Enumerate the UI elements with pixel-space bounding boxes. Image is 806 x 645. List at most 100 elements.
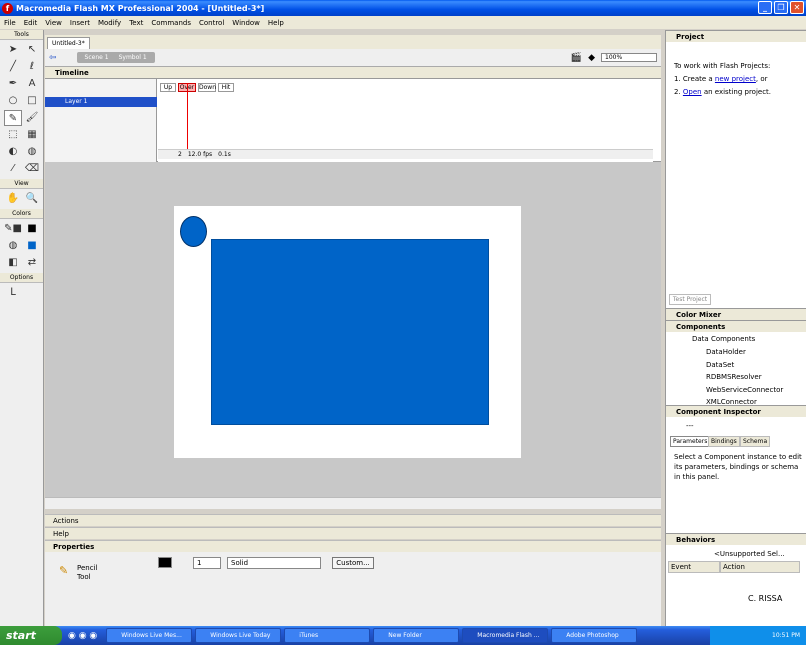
taskbar-item[interactable]: New Folder: [373, 628, 460, 643]
color-mixer-header[interactable]: Color Mixer: [666, 308, 806, 320]
inspector-value: ---: [686, 422, 694, 430]
timeline-header[interactable]: Timeline: [45, 67, 661, 79]
options-header: Options: [0, 273, 43, 283]
brush-tool-icon[interactable]: 🖌: [23, 110, 41, 126]
symbol-breadcrumb[interactable]: Symbol 1: [119, 54, 147, 61]
quick-launch-icons[interactable]: ◉ ◉ ◉: [68, 631, 97, 641]
ink-bottle-tool-icon[interactable]: ◐: [4, 144, 22, 160]
menu-help[interactable]: Help: [264, 19, 288, 27]
inspector-message: Select a Component instance to edit its …: [674, 453, 802, 481]
rectangle-tool-icon[interactable]: □: [23, 93, 41, 109]
open-project-link[interactable]: Open: [683, 88, 702, 96]
project-intro: To work with Flash Projects:: [674, 62, 771, 70]
menu-commands[interactable]: Commands: [147, 19, 195, 27]
lasso-tool-icon[interactable]: ℓ: [23, 59, 41, 75]
menu-edit[interactable]: Edit: [20, 19, 42, 27]
default-colors-icon[interactable]: ◧: [4, 255, 22, 271]
clock[interactable]: 10:51 PM: [772, 632, 800, 639]
close-button[interactable]: ✕: [790, 1, 804, 14]
components-header[interactable]: Components: [666, 320, 806, 332]
menu-modify[interactable]: Modify: [94, 19, 125, 27]
restore-button[interactable]: ❐: [774, 1, 788, 14]
minimize-button[interactable]: _: [758, 1, 772, 14]
menu-file[interactable]: File: [0, 19, 20, 27]
pencil-tool-icon[interactable]: ✎: [4, 110, 22, 126]
playhead[interactable]: [187, 83, 188, 155]
paint-bucket-tool-icon[interactable]: ◍: [23, 144, 41, 160]
back-arrow-icon[interactable]: ⇦: [49, 53, 57, 63]
arrow-tool-icon[interactable]: ➤: [4, 42, 22, 58]
pencil-mode-icon[interactable]: ᒪ: [4, 285, 22, 301]
edit-scene-icon[interactable]: 🎬: [571, 53, 582, 63]
scene-breadcrumb[interactable]: Scene 1: [85, 54, 109, 61]
component-group[interactable]: Data Components: [692, 333, 755, 345]
frame-label-down: Down: [198, 83, 217, 92]
frame-label-up: Up: [160, 83, 176, 92]
fill-swatch[interactable]: ■: [23, 238, 41, 254]
fill-color-icon[interactable]: ◍: [4, 238, 22, 254]
component-item[interactable]: DataHolder: [706, 346, 746, 358]
eraser-tool-icon[interactable]: ⌫: [23, 161, 41, 177]
document-tab[interactable]: Untitled-3*: [47, 37, 90, 49]
stroke-style-select[interactable]: Solid: [227, 557, 321, 569]
swap-colors-icon[interactable]: ⇄: [23, 255, 41, 271]
frame-rate: 12.0 fps: [187, 151, 213, 158]
properties-panel-header[interactable]: Properties: [45, 540, 661, 552]
start-button[interactable]: start: [0, 626, 62, 645]
free-transform-tool-icon[interactable]: ⬚: [4, 127, 22, 143]
tool-name-line1: Pencil: [77, 564, 98, 572]
blue-rectangle[interactable]: [211, 239, 489, 425]
menu-control[interactable]: Control: [195, 19, 228, 27]
new-project-link[interactable]: new project: [715, 75, 756, 83]
menu-text[interactable]: Text: [125, 19, 147, 27]
title-bar: f Macromedia Flash MX Professional 2004 …: [0, 0, 806, 16]
taskbar-item[interactable]: Windows Live Today: [195, 628, 282, 643]
taskbar-item[interactable]: Windows Live Mes...: [106, 628, 193, 643]
custom-button[interactable]: Custom...: [332, 557, 374, 569]
pencil-icon: ✎: [59, 564, 69, 577]
tab-schema[interactable]: Schema: [740, 436, 771, 447]
menu-view[interactable]: View: [41, 19, 66, 27]
project-panel-header[interactable]: Project: [666, 30, 806, 42]
taskbar-item[interactable]: Macromedia Flash ...: [462, 628, 549, 643]
hand-tool-icon[interactable]: ✋: [4, 191, 22, 207]
menu-window[interactable]: Window: [228, 19, 264, 27]
stroke-color-icon[interactable]: ✎■: [4, 221, 22, 237]
zoom-select[interactable]: 100%: [601, 53, 657, 62]
stroke-swatch[interactable]: ■: [23, 221, 41, 237]
test-project-button[interactable]: Test Project: [669, 294, 711, 305]
text-tool-icon[interactable]: A: [23, 76, 41, 92]
button-circle[interactable]: [180, 216, 207, 247]
subselect-tool-icon[interactable]: ↖: [23, 42, 41, 58]
behaviors-column-action[interactable]: Action: [720, 561, 800, 573]
component-inspector-header[interactable]: Component Inspector: [666, 405, 806, 417]
help-panel-header[interactable]: Help: [45, 527, 661, 539]
stroke-height-field[interactable]: 1: [193, 557, 221, 569]
tab-parameters[interactable]: Parameters: [670, 436, 711, 447]
line-tool-icon[interactable]: ╱: [4, 59, 22, 75]
behaviors-selection: <Unsupported Sel...: [714, 550, 785, 558]
behaviors-column-event[interactable]: Event: [668, 561, 720, 573]
menu-insert[interactable]: Insert: [66, 19, 94, 27]
component-item[interactable]: RDBMSResolver: [706, 371, 762, 383]
zoom-tool-icon[interactable]: 🔍: [23, 191, 41, 207]
actions-panel-header[interactable]: Actions: [45, 514, 661, 526]
component-item[interactable]: WebServiceConnector: [706, 384, 783, 396]
frame-label-hit: Hit: [218, 83, 234, 92]
behaviors-header[interactable]: Behaviors: [666, 533, 806, 545]
oval-tool-icon[interactable]: ○: [4, 93, 22, 109]
frames-area[interactable]: Up Over Down Hit 2 12.0 fps 0.1s: [158, 79, 653, 162]
taskbar-item[interactable]: iTunes: [284, 628, 371, 643]
horizontal-scrollbar[interactable]: [45, 497, 661, 509]
tab-bindings[interactable]: Bindings: [708, 436, 740, 447]
tools-header: Tools: [0, 30, 43, 40]
taskbar-item[interactable]: Adobe Photoshop: [551, 628, 638, 643]
edit-symbol-icon[interactable]: ◆: [588, 53, 595, 63]
eyedropper-tool-icon[interactable]: ⁄: [4, 161, 22, 177]
component-item[interactable]: DataSet: [706, 359, 734, 371]
flash-app-icon: f: [2, 2, 13, 14]
layer-row[interactable]: Layer 1: [45, 97, 157, 107]
stroke-color-swatch[interactable]: [158, 557, 172, 568]
fill-transform-tool-icon[interactable]: ▦: [23, 127, 41, 143]
pen-tool-icon[interactable]: ✒: [4, 76, 22, 92]
